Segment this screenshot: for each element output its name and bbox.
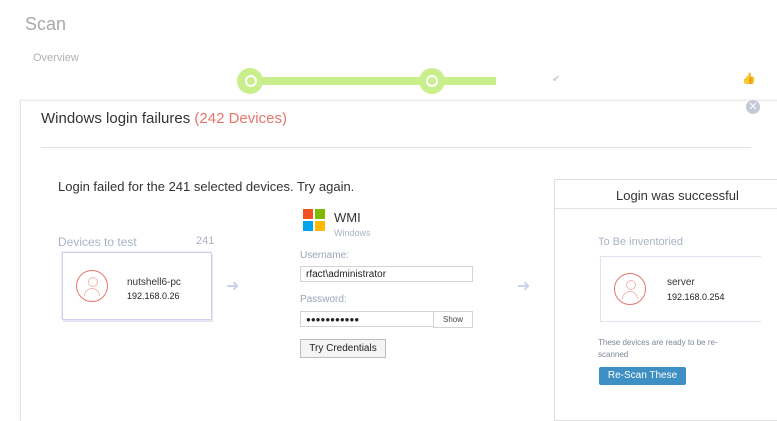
device-count-label: (242 Devices): [194, 110, 287, 127]
devices-to-test-label: Devices to test: [58, 235, 137, 249]
device-card[interactable]: nutshell6-pc 192.168.0.26: [62, 252, 212, 320]
arrow-right-icon: ➜: [517, 278, 531, 295]
step-current[interactable]: [419, 68, 445, 94]
avatar: [76, 270, 108, 302]
devices-to-test-count: 241: [196, 235, 215, 247]
success-title: Login was successful: [616, 188, 739, 203]
tab-overview[interactable]: Overview: [33, 52, 79, 64]
username-field[interactable]: rfact\administrator: [300, 266, 473, 282]
device-ip: 192.168.0.26: [127, 291, 180, 301]
password-label: Password:: [300, 294, 347, 305]
user-icon: [626, 280, 636, 290]
logo-tile: [315, 221, 325, 231]
logo-tile: [303, 209, 313, 219]
search-icon: [245, 75, 257, 87]
arrow-right-icon: ➜: [226, 278, 240, 295]
user-icon-body: [84, 288, 100, 296]
windows-logo-icon: [303, 209, 325, 231]
device-name: nutshell6-pc: [127, 277, 181, 288]
wmi-title: WMI: [334, 210, 361, 225]
user-icon-body: [622, 291, 638, 299]
avatar: [614, 273, 646, 305]
logo-tile: [303, 221, 313, 231]
password-field[interactable]: ●●●●●●●●●●●: [300, 311, 434, 327]
rescan-button[interactable]: Re-Scan These: [599, 367, 686, 385]
check-icon[interactable]: ✔: [552, 74, 560, 85]
device-ip: 192.168.0.254: [667, 292, 725, 302]
thumbs-up-icon[interactable]: 👍: [742, 72, 756, 85]
to-be-inventoried-label: To Be inventoried: [598, 236, 683, 248]
fail-message: Login failed for the 241 selected device…: [58, 179, 355, 194]
modal-title-text: Windows login failures: [41, 110, 191, 127]
success-divider: [555, 208, 777, 209]
show-password-button[interactable]: Show: [433, 311, 473, 328]
try-credentials-button[interactable]: Try Credentials: [300, 339, 386, 358]
device-card[interactable]: server 192.168.0.254: [600, 256, 761, 322]
ready-message: These devices are ready to be re-scanned: [598, 338, 718, 359]
wmi-subtitle: Windows: [334, 228, 371, 238]
step-search[interactable]: [237, 68, 263, 94]
close-icon[interactable]: ✕: [746, 100, 760, 114]
modal-title: Windows login failures (242 Devices): [41, 110, 287, 127]
modal-divider: [41, 147, 751, 148]
progress-track: [250, 77, 496, 85]
user-icon: [88, 277, 98, 287]
circle-icon: [426, 75, 438, 87]
username-label: Username:: [300, 250, 349, 261]
logo-tile: [315, 209, 325, 219]
page-title: Scan: [25, 14, 67, 34]
device-name: server: [667, 277, 695, 288]
